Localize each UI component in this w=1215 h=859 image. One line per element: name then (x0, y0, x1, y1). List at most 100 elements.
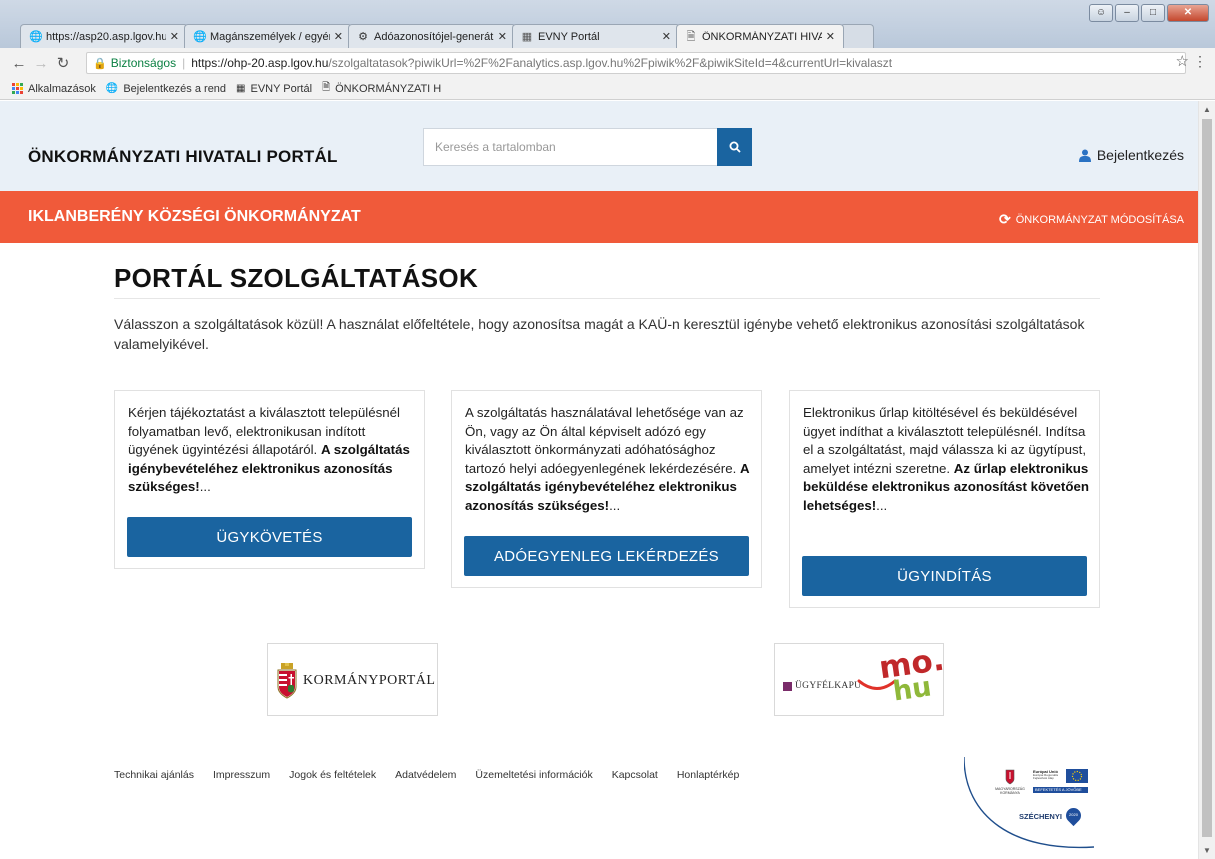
hungarian-coat-of-arms-icon (277, 663, 297, 699)
footer-links: Technikai ajánlás Impresszum Jogok és fe… (114, 769, 758, 781)
szechenyi-2020-badge: MAGYARORSZÁG KORMÁNYA Európai Unió Európ… (964, 757, 1094, 853)
kormanyportal-label: KORMÁNYPORTÁL (303, 673, 436, 688)
url-separator: | (182, 56, 186, 70)
forward-button[interactable]: → (30, 55, 52, 72)
adoegyenleg-button[interactable]: ADÓEGYENLEG LEKÉRDEZÉS (464, 536, 749, 576)
bookmark-evny[interactable]: ▦ EVNY Portál (236, 83, 312, 95)
browser-titlebar: 🌐 https://asp20.asp.lgov.hu ✕ 🌐 Magánsze… (0, 0, 1215, 48)
bookmark-label: Bejelentkezés a rend (123, 82, 227, 95)
municipality-bar: IKLANBERÉNY KÖZSÉGI ÖNKORMÁNYZAT ⟳ ÖNKOR… (0, 191, 1198, 243)
municipality-name: IKLANBERÉNY KÖZSÉGI ÖNKORMÁNYZAT (28, 208, 361, 225)
card-description: Kérjen tájékoztatást a kiválasztott tele… (128, 404, 415, 497)
tab-adoazonosito[interactable]: ⚙ Adóazonosítójel-generát ✕ (348, 24, 516, 48)
scroll-up-arrow-icon[interactable]: ▲ (1203, 105, 1211, 114)
card-suffix: ... (609, 497, 621, 513)
refresh-icon: ⟳ (998, 211, 1011, 227)
intro-text: Válasszon a szolgáltatások közül! A hasz… (114, 316, 1085, 352)
page-viewport: ÖNKORMÁNYZATI HIVATALI PORTÁL Bejelentke… (0, 101, 1198, 859)
eu-stars-icon (1071, 770, 1083, 782)
tab-maganszemelyek[interactable]: 🌐 Magánszemélyek / egyéni ✕ (184, 24, 352, 48)
ugyfelkapu-logo-link[interactable]: ÜGYFÉLKAPU mo. hu (774, 642, 947, 716)
window-controls: ☺ – □ ✕ (1089, 4, 1209, 22)
search-box (423, 128, 752, 166)
url-path: /szolgaltatasok?piwikUrl=%2F%2Fanalytics… (328, 56, 893, 70)
bookmarks-bar: Alkalmazások 🌐 Bejelentkezés a rend ▦ EV… (0, 78, 1215, 100)
tab-onkormanyzati[interactable]: 🗎 ÖNKORMÁNYZATI HIVA ✕ (676, 24, 844, 48)
hungarian-government-label: MAGYARORSZÁG KORMÁNYA (995, 787, 1025, 795)
close-tab-icon[interactable]: ✕ (826, 30, 835, 43)
scroll-down-arrow-icon[interactable]: ▼ (1203, 846, 1211, 855)
bookmark-label: EVNY Portál (250, 82, 313, 95)
gear-icon: ⚙ (358, 30, 368, 43)
id-card-icon: ▦ (521, 30, 533, 43)
footer-link-impresszum[interactable]: Impresszum (213, 769, 270, 781)
tab-title: https://asp20.asp.lgov.hu (46, 30, 166, 43)
user-icon (1078, 149, 1091, 162)
tab-asp20[interactable]: 🌐 https://asp20.asp.lgov.hu ✕ (20, 24, 188, 48)
scrollbar-thumb[interactable] (1202, 119, 1212, 837)
tab-evny[interactable]: ▦ EVNY Portál ✕ (512, 24, 680, 48)
title-divider (114, 298, 1100, 299)
menu-icon[interactable]: ⋮ (1193, 53, 1207, 70)
login-label: Bejelentkezés (1096, 147, 1184, 163)
new-tab-button[interactable] (840, 24, 874, 48)
user-icon[interactable]: ☺ (1089, 4, 1113, 22)
ugyfelkapu-label: ÜGYFÉLKAPU (795, 681, 862, 691)
footer-link-kapcsolat[interactable]: Kapcsolat (612, 769, 658, 781)
reload-button[interactable]: ↻ (52, 54, 74, 72)
search-icon (729, 141, 741, 153)
site-header: ÖNKORMÁNYZATI HIVATALI PORTÁL Bejelentke… (0, 101, 1198, 191)
page-icon: 🗎 (322, 82, 331, 93)
ugykovetes-button[interactable]: ÜGYKÖVETÉS (127, 517, 412, 557)
service-card-adoegyenleg: A szolgáltatás használatával lehetősége … (451, 390, 762, 588)
ugyinditas-button[interactable]: ÜGYINDÍTÁS (802, 556, 1087, 596)
tab-title: EVNY Portál (538, 30, 600, 43)
vertical-scrollbar[interactable]: ▲ ▼ (1198, 101, 1215, 859)
bookmark-bejelentkezes[interactable]: 🌐 Bejelentkezés a rend (106, 83, 226, 95)
ugyfelkapu-square-icon (783, 682, 792, 691)
globe-icon: 🌐 (29, 30, 43, 43)
footer-link-jogok[interactable]: Jogok és feltételek (289, 769, 376, 781)
back-button[interactable]: ← (8, 55, 30, 72)
close-tab-icon[interactable]: ✕ (498, 30, 507, 43)
site-title[interactable]: ÖNKORMÁNYZATI HIVATALI PORTÁL (28, 147, 338, 167)
maximize-button[interactable]: □ (1141, 4, 1165, 22)
change-municipality-link[interactable]: ⟳ ÖNKORMÁNYZAT MÓDOSÍTÁSA (999, 211, 1184, 228)
footer-link-adatvedelem[interactable]: Adatvédelem (395, 769, 456, 781)
change-municipality-label: ÖNKORMÁNYZAT MÓDOSÍTÁSA (1015, 213, 1184, 226)
bookmark-onkormanyzati[interactable]: 🗎 ÖNKORMÁNYZATI H (322, 80, 441, 97)
tab-title: Magánszemélyek / egyéni (210, 30, 330, 43)
globe-icon: 🌐 (193, 30, 207, 43)
close-tab-icon[interactable]: ✕ (170, 30, 179, 43)
login-link[interactable]: Bejelentkezés (1078, 147, 1184, 163)
service-card-ugykovetes: Kérjen tájékoztatást a kiválasztott tele… (114, 390, 425, 569)
bookmark-label: Alkalmazások (28, 82, 96, 95)
bookmark-star-icon[interactable]: ☆ (1176, 52, 1189, 70)
eu-banner: BEFEKTETÉS A JÖVŐBE (1033, 787, 1088, 793)
footer-link-technikai[interactable]: Technikai ajánlás (114, 769, 194, 781)
close-tab-icon[interactable]: ✕ (662, 30, 671, 43)
tab-title: ÖNKORMÁNYZATI HIVA (702, 30, 822, 43)
search-button[interactable] (717, 128, 752, 166)
bookmark-apps[interactable]: Alkalmazások (12, 83, 96, 95)
secure-label: Biztonságos (110, 56, 177, 70)
kormanyportal-logo-link[interactable]: KORMÁNYPORTÁL (267, 643, 438, 716)
eu-banner-label: BEFEKTETÉS A JÖVŐBE (1035, 787, 1082, 792)
service-card-ugyinditas: Elektronikus űrlap kitöltésével és bekül… (789, 390, 1100, 608)
id-card-icon: ▦ (236, 83, 246, 94)
close-tab-icon[interactable]: ✕ (334, 30, 343, 43)
lock-icon: 🔒 (93, 57, 107, 70)
footer-link-uzemeltetesi[interactable]: Üzemeltetési információk (475, 769, 592, 781)
search-input[interactable] (423, 128, 717, 166)
tab-title: Adóazonosítójel-generát (374, 30, 494, 43)
footer-link-honlapterkep[interactable]: Honlaptérkép (677, 769, 739, 781)
hungarian-coat-of-arms-icon (1005, 769, 1015, 785)
minimize-button[interactable]: – (1115, 4, 1139, 22)
card-text: A szolgáltatás használatával lehetősége … (465, 405, 744, 476)
tab-strip: 🌐 https://asp20.asp.lgov.hu ✕ 🌐 Magánsze… (20, 24, 874, 48)
page-title: PORTÁL SZOLGÁLTATÁSOK (114, 263, 479, 293)
url-field[interactable]: 🔒 Biztonságos | https://ohp-20.asp.lgov.… (86, 52, 1186, 74)
apps-icon (12, 83, 23, 94)
close-window-button[interactable]: ✕ (1167, 4, 1209, 22)
card-suffix: ... (199, 479, 211, 494)
